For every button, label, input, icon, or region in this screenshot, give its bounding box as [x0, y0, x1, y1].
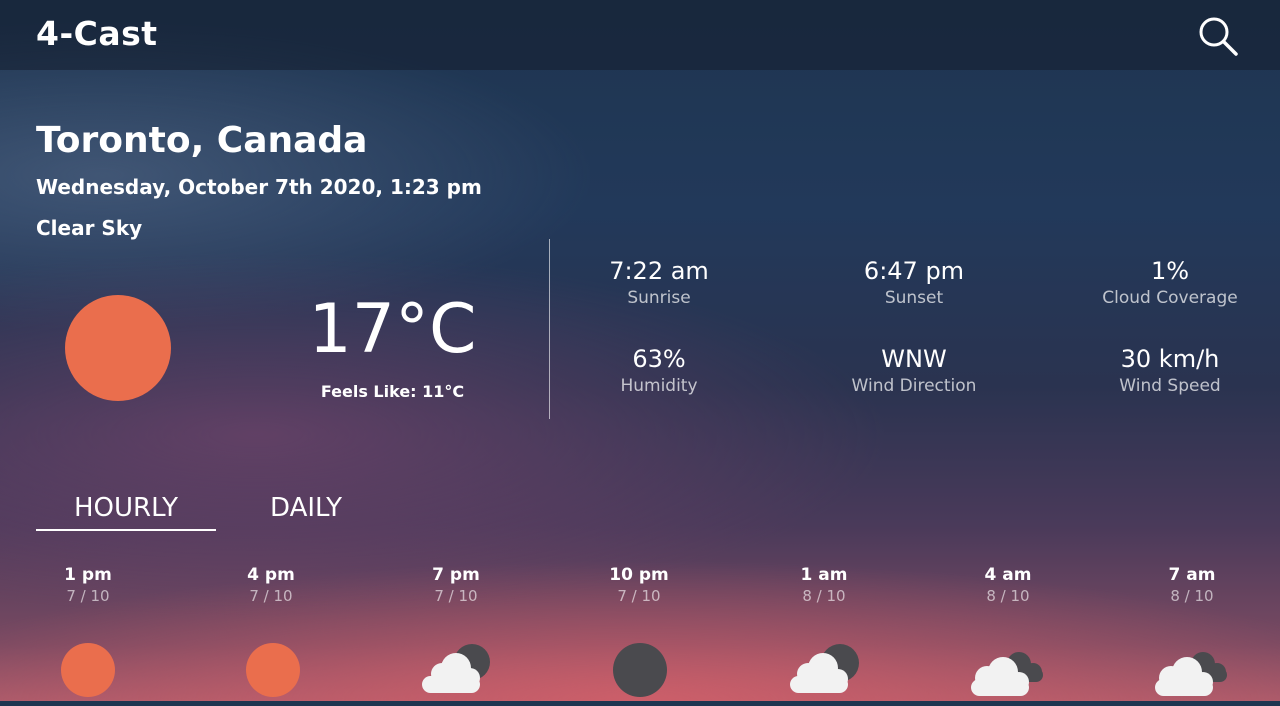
hour-date: 8 / 10 — [802, 587, 846, 605]
hour-date: 8 / 10 — [1170, 587, 1214, 605]
hour-date: 7 / 10 — [617, 587, 661, 605]
sun-icon — [233, 642, 313, 702]
stat-value: WNW — [881, 345, 947, 373]
feels-like: Feels Like: 11°C — [320, 382, 465, 401]
stat-wind-direction: WNW Wind Direction — [804, 345, 1024, 396]
sun-icon — [65, 295, 171, 401]
stat-value: 30 km/h — [1120, 345, 1220, 373]
cloud-moon-icon — [784, 642, 864, 702]
stat-label: Sunset — [884, 288, 944, 308]
stat-sunset: 6:47 pm Sunset — [804, 257, 1024, 308]
moon-icon — [599, 642, 679, 702]
city-title: Toronto, Canada — [36, 120, 368, 161]
stat-label: Cloud Coverage — [1102, 288, 1238, 308]
top-bar: 4-Cast — [0, 0, 1280, 70]
hourly-item[interactable]: 1 am 8 / 10 — [754, 565, 894, 605]
cloudy-icon — [967, 642, 1047, 702]
search-icon[interactable] — [1196, 14, 1240, 58]
stat-wind-speed: 30 km/h Wind Speed — [1060, 345, 1280, 396]
hour-date: 7 / 10 — [434, 587, 478, 605]
app-logo[interactable]: 4-Cast — [36, 14, 158, 53]
hour-time: 7 am — [1168, 565, 1216, 585]
cloudy-icon — [1151, 642, 1231, 702]
hourly-item[interactable]: 4 am 8 / 10 — [938, 565, 1078, 605]
tab-daily[interactable]: DAILY — [216, 493, 396, 529]
hour-date: 7 / 10 — [66, 587, 110, 605]
stat-label: Humidity — [620, 376, 698, 396]
hourly-item[interactable]: 7 am 8 / 10 — [1122, 565, 1262, 605]
sun-icon — [48, 642, 128, 702]
cloud-moon-icon — [416, 642, 496, 702]
tab-hourly[interactable]: HOURLY — [36, 493, 216, 531]
hour-time: 10 pm — [609, 565, 669, 585]
hour-time: 4 pm — [247, 565, 295, 585]
stat-cloud-coverage: 1% Cloud Coverage — [1060, 257, 1280, 308]
stat-value: 7:22 am — [609, 257, 709, 285]
stat-label: Wind Speed — [1119, 376, 1221, 396]
stat-label: Wind Direction — [851, 376, 977, 396]
hourly-item[interactable]: 1 pm 7 / 10 — [18, 565, 158, 605]
stat-value: 1% — [1150, 257, 1190, 285]
hourly-item[interactable]: 7 pm 7 / 10 — [386, 565, 526, 605]
hour-date: 8 / 10 — [986, 587, 1030, 605]
hourly-item[interactable]: 10 pm 7 / 10 — [569, 565, 709, 605]
hour-time: 7 pm — [432, 565, 480, 585]
hour-date: 7 / 10 — [249, 587, 293, 605]
stat-value: 63% — [632, 345, 686, 373]
current-temperature: 17°C — [308, 290, 477, 369]
hourly-item[interactable]: 4 pm 7 / 10 — [201, 565, 341, 605]
hour-time: 4 am — [984, 565, 1032, 585]
stat-label: Sunrise — [627, 288, 691, 308]
stat-value: 6:47 pm — [863, 257, 965, 285]
stat-sunrise: 7:22 am Sunrise — [549, 257, 769, 308]
weather-condition: Clear Sky — [36, 216, 143, 240]
datetime: Wednesday, October 7th 2020, 1:23 pm — [36, 175, 482, 199]
hour-time: 1 pm — [64, 565, 112, 585]
stat-humidity: 63% Humidity — [549, 345, 769, 396]
hour-time: 1 am — [800, 565, 848, 585]
